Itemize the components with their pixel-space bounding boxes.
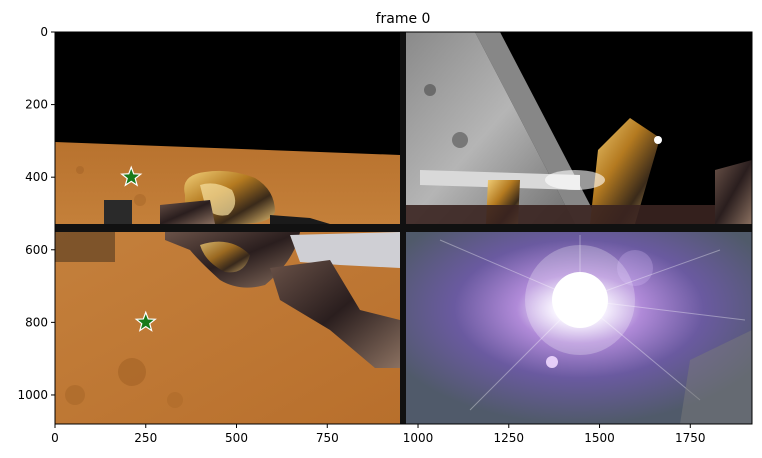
y-tick-label: 400 <box>25 170 48 184</box>
x-tick-label: 750 <box>316 431 339 445</box>
x-tick-label: 1500 <box>584 431 615 445</box>
image-plot-area <box>55 32 752 424</box>
x-tick-label: 250 <box>134 431 157 445</box>
y-tick-label: 200 <box>25 98 48 112</box>
x-tick-label: 500 <box>225 431 248 445</box>
panel-bottom-left <box>55 232 400 424</box>
panel-top-right <box>406 32 752 224</box>
x-tick-label: 0 <box>51 431 59 445</box>
x-tick-label: 1750 <box>675 431 706 445</box>
figure-title: frame 0 <box>376 11 431 27</box>
y-axis: 0 200 400 600 800 1000 <box>17 25 55 402</box>
x-tick-label: 1250 <box>494 431 525 445</box>
figure-canvas: frame 0 0 250 500 750 1000 1250 1500 175… <box>17 11 753 445</box>
panel-bottom-right <box>406 232 752 424</box>
x-axis: 0 250 500 750 1000 1250 1500 1750 <box>51 424 706 445</box>
panel-divider-horizontal <box>55 224 752 232</box>
y-tick-label: 1000 <box>17 388 48 402</box>
x-tick-label: 1000 <box>403 431 434 445</box>
panel-top-left <box>55 32 400 224</box>
y-tick-label: 600 <box>25 243 48 257</box>
y-tick-label: 0 <box>40 25 48 39</box>
y-tick-label: 800 <box>25 315 48 329</box>
